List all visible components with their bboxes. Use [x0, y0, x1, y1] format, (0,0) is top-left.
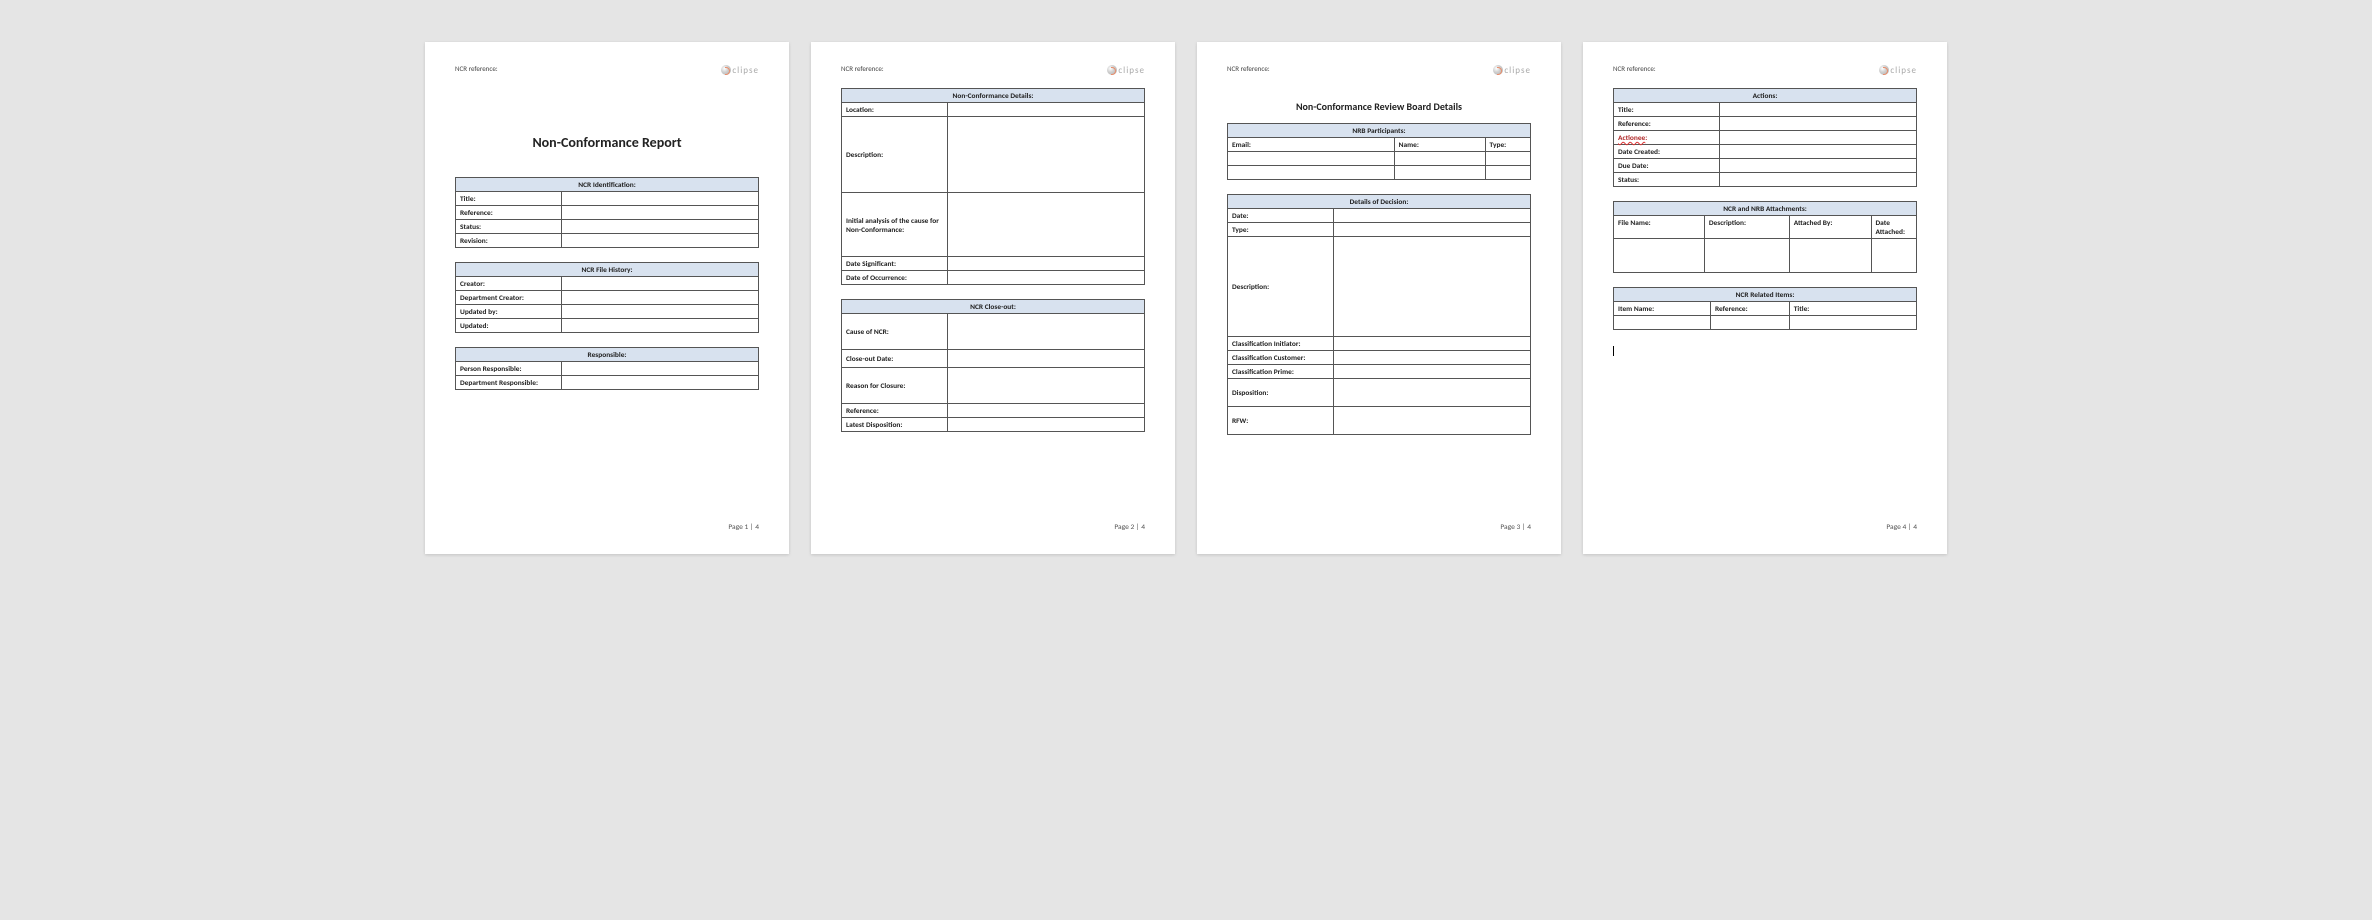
logo-icon	[1493, 65, 1503, 75]
table-row: Description:	[842, 117, 1145, 193]
table-row	[1228, 166, 1531, 180]
table-row: Title:	[456, 192, 759, 206]
table-row: Status:	[1614, 173, 1917, 187]
eclipse-logo: clipse	[1107, 64, 1145, 76]
table-row: Reference:	[1614, 117, 1917, 131]
table-row: Status:	[456, 220, 759, 234]
table-row	[1228, 152, 1531, 166]
page-footer: Page 4 | 4	[1886, 523, 1917, 532]
table-row: Reason for Closure:	[842, 368, 1145, 404]
table-row: Person Responsible:	[456, 362, 759, 376]
ncr-reference-label: NCR reference:	[841, 64, 884, 73]
table-row: Close-out Date:	[842, 350, 1145, 368]
table-caption: Actions:	[1614, 89, 1917, 103]
table-row: Reference:	[842, 404, 1145, 418]
eclipse-logo: clipse	[1879, 64, 1917, 76]
table-row: Classification Customer:	[1228, 351, 1531, 365]
table-caption: NRB Participants:	[1228, 124, 1531, 138]
table-row: Date Significant:	[842, 257, 1145, 271]
logo-text: clipse	[1890, 65, 1917, 76]
nrb-participants-table: NRB Participants: Email: Name: Type:	[1227, 123, 1531, 180]
eclipse-logo: clipse	[1493, 64, 1531, 76]
table-caption: NCR Identification:	[456, 178, 759, 192]
table-row: Title:	[1614, 103, 1917, 117]
table-row: Actionee:	[1614, 131, 1917, 145]
table-caption: Responsible:	[456, 348, 759, 362]
logo-text: clipse	[732, 65, 759, 76]
table-row: Due Date:	[1614, 159, 1917, 173]
table-row: Cause of NCR:	[842, 314, 1145, 350]
logo-icon	[1107, 65, 1117, 75]
page-title: Non-Conformance Report	[455, 134, 759, 151]
page-3: NCR reference: clipse Non-Conformance Re…	[1197, 42, 1561, 554]
table-header-row: File Name: Description: Attached By: Dat…	[1614, 216, 1917, 239]
logo-text: clipse	[1504, 65, 1531, 76]
table-caption: NCR and NRB Attachments:	[1614, 202, 1917, 216]
table-row: Date:	[1228, 209, 1531, 223]
table-row: Creator:	[456, 277, 759, 291]
logo-icon	[1879, 65, 1889, 75]
table-row: Location:	[842, 103, 1145, 117]
ncr-identification-table: NCR Identification: Title: Reference: St…	[455, 177, 759, 248]
table-row	[1614, 316, 1917, 330]
table-row: Department Creator:	[456, 291, 759, 305]
text-cursor[interactable]	[1613, 346, 1917, 356]
table-caption: NCR Related Items:	[1614, 288, 1917, 302]
table-row: Classification Prime:	[1228, 365, 1531, 379]
ncr-reference-label: NCR reference:	[455, 64, 498, 73]
responsible-table: Responsible: Person Responsible: Departm…	[455, 347, 759, 390]
page-2: NCR reference: clipse Non-Conformance De…	[811, 42, 1175, 554]
nonconformance-details-table: Non-Conformance Details: Location: Descr…	[841, 88, 1145, 285]
table-row: Updated:	[456, 319, 759, 333]
document-pages-container: NCR reference: clipse Non-Conformance Re…	[28, 42, 2344, 554]
details-of-decision-table: Details of Decision: Date: Type: Descrip…	[1227, 194, 1531, 435]
eclipse-logo: clipse	[721, 64, 759, 76]
page-1: NCR reference: clipse Non-Conformance Re…	[425, 42, 789, 554]
table-header-row: Item Name: Reference: Title:	[1614, 302, 1917, 316]
table-row: Latest Disposition:	[842, 418, 1145, 432]
page-footer: Page 2 | 4	[1114, 523, 1145, 532]
table-row: Reference:	[456, 206, 759, 220]
table-caption: NCR File History:	[456, 263, 759, 277]
attachments-table: NCR and NRB Attachments: File Name: Desc…	[1613, 201, 1917, 273]
ncr-reference-label: NCR reference:	[1227, 64, 1270, 73]
table-row: Classification Initiator:	[1228, 337, 1531, 351]
table-row	[1614, 239, 1917, 273]
table-row: Revision:	[456, 234, 759, 248]
related-items-table: NCR Related Items: Item Name: Reference:…	[1613, 287, 1917, 330]
ncr-closeout-table: NCR Close-out: Cause of NCR: Close-out D…	[841, 299, 1145, 432]
table-row: Disposition:	[1228, 379, 1531, 407]
table-caption: NCR Close-out:	[842, 300, 1145, 314]
table-row: Department Responsible:	[456, 376, 759, 390]
table-row: RFW:	[1228, 407, 1531, 435]
table-row: Initial analysis of the cause for Non-Co…	[842, 193, 1145, 257]
table-row: Date of Occurrence:	[842, 271, 1145, 285]
page-title: Non-Conformance Review Board Details	[1227, 100, 1531, 113]
logo-icon	[721, 65, 731, 75]
page-4: NCR reference: clipse Actions: Title: Re…	[1583, 42, 1947, 554]
actionee-label: Actionee:	[1614, 131, 1720, 145]
page-footer: Page 3 | 4	[1500, 523, 1531, 532]
table-header-row: Email: Name: Type:	[1228, 138, 1531, 152]
table-row: Date Created:	[1614, 145, 1917, 159]
table-row: Updated by:	[456, 305, 759, 319]
ncr-file-history-table: NCR File History: Creator: Department Cr…	[455, 262, 759, 333]
logo-text: clipse	[1118, 65, 1145, 76]
table-row: Type:	[1228, 223, 1531, 237]
page-footer: Page 1 | 4	[728, 523, 759, 532]
table-caption: Details of Decision:	[1228, 195, 1531, 209]
ncr-reference-label: NCR reference:	[1613, 64, 1656, 73]
table-caption: Non-Conformance Details:	[842, 89, 1145, 103]
table-row: Description:	[1228, 237, 1531, 337]
actions-table: Actions: Title: Reference: Actionee: Dat…	[1613, 88, 1917, 187]
